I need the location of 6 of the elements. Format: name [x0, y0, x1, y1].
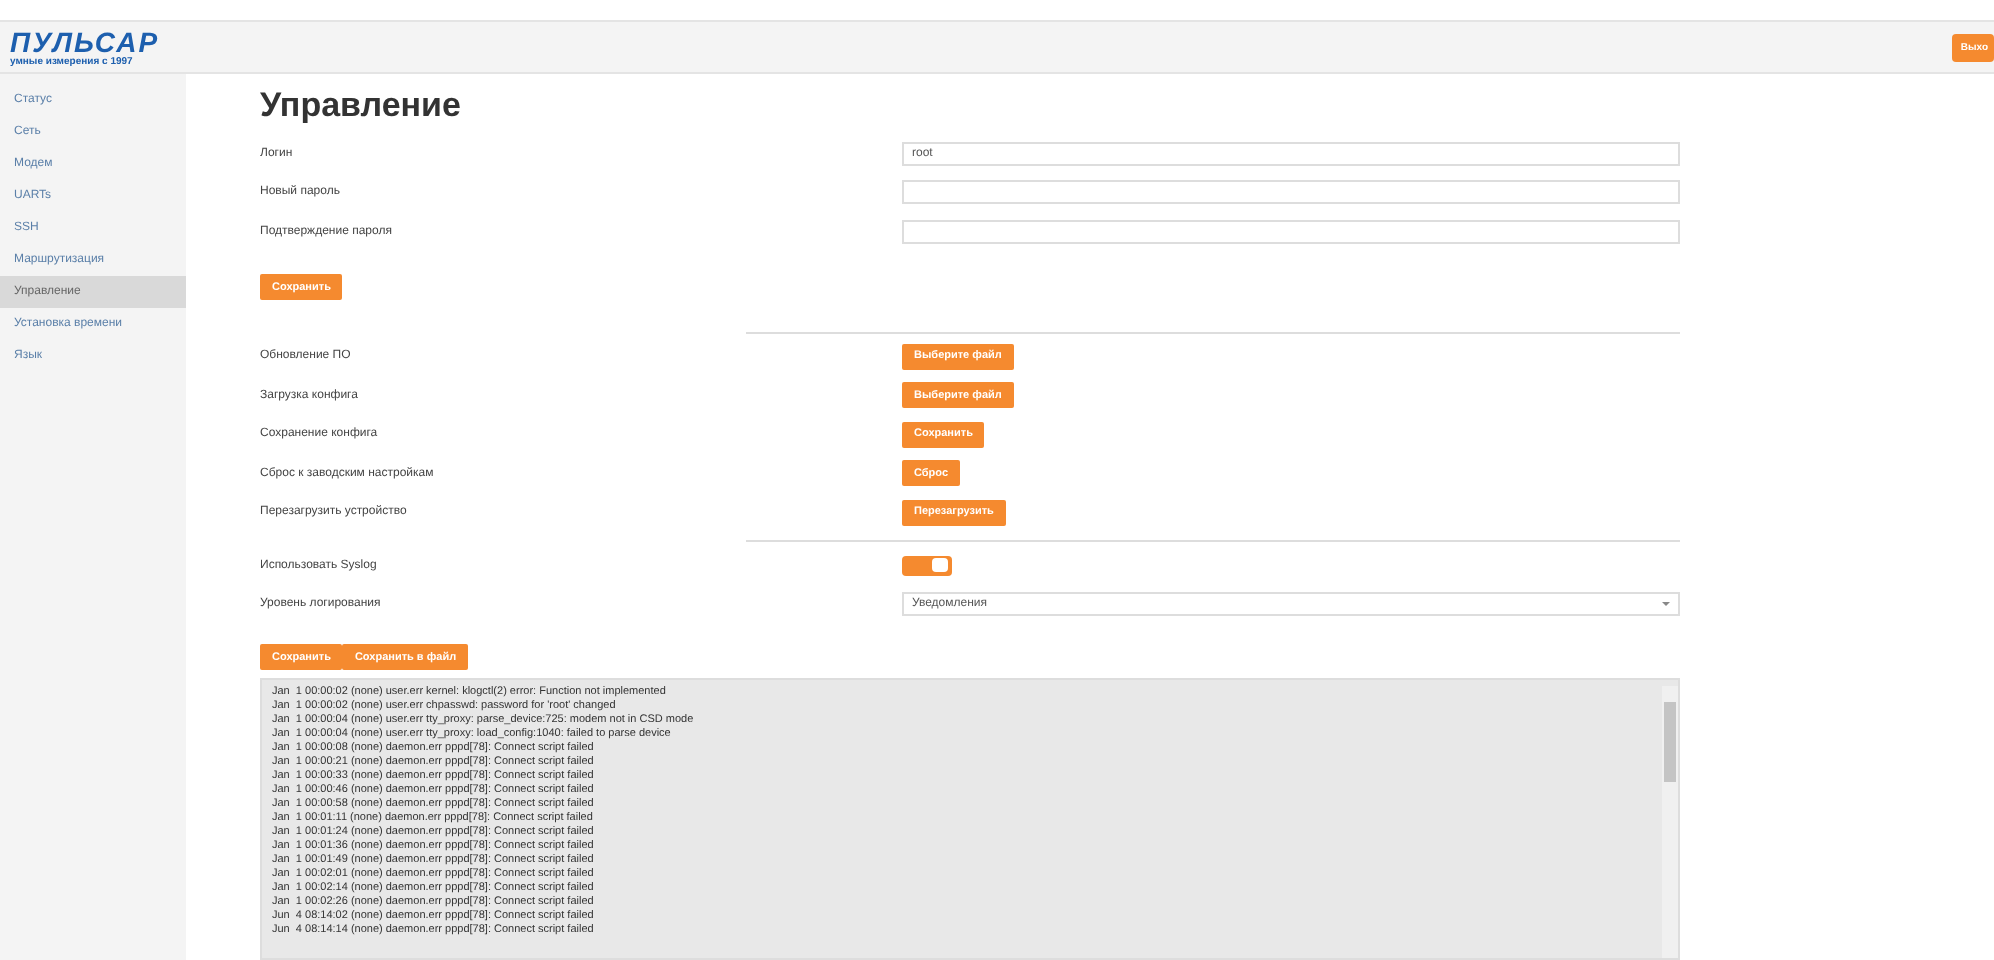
syslog-toggle[interactable]	[902, 555, 952, 576]
input-field[interactable]	[902, 219, 1680, 244]
input-field[interactable]	[902, 180, 1680, 205]
logo-name: ПУЛЬСАР	[10, 27, 160, 55]
page-title: Управление	[260, 86, 463, 126]
scrollbar[interactable]	[1662, 686, 1678, 958]
